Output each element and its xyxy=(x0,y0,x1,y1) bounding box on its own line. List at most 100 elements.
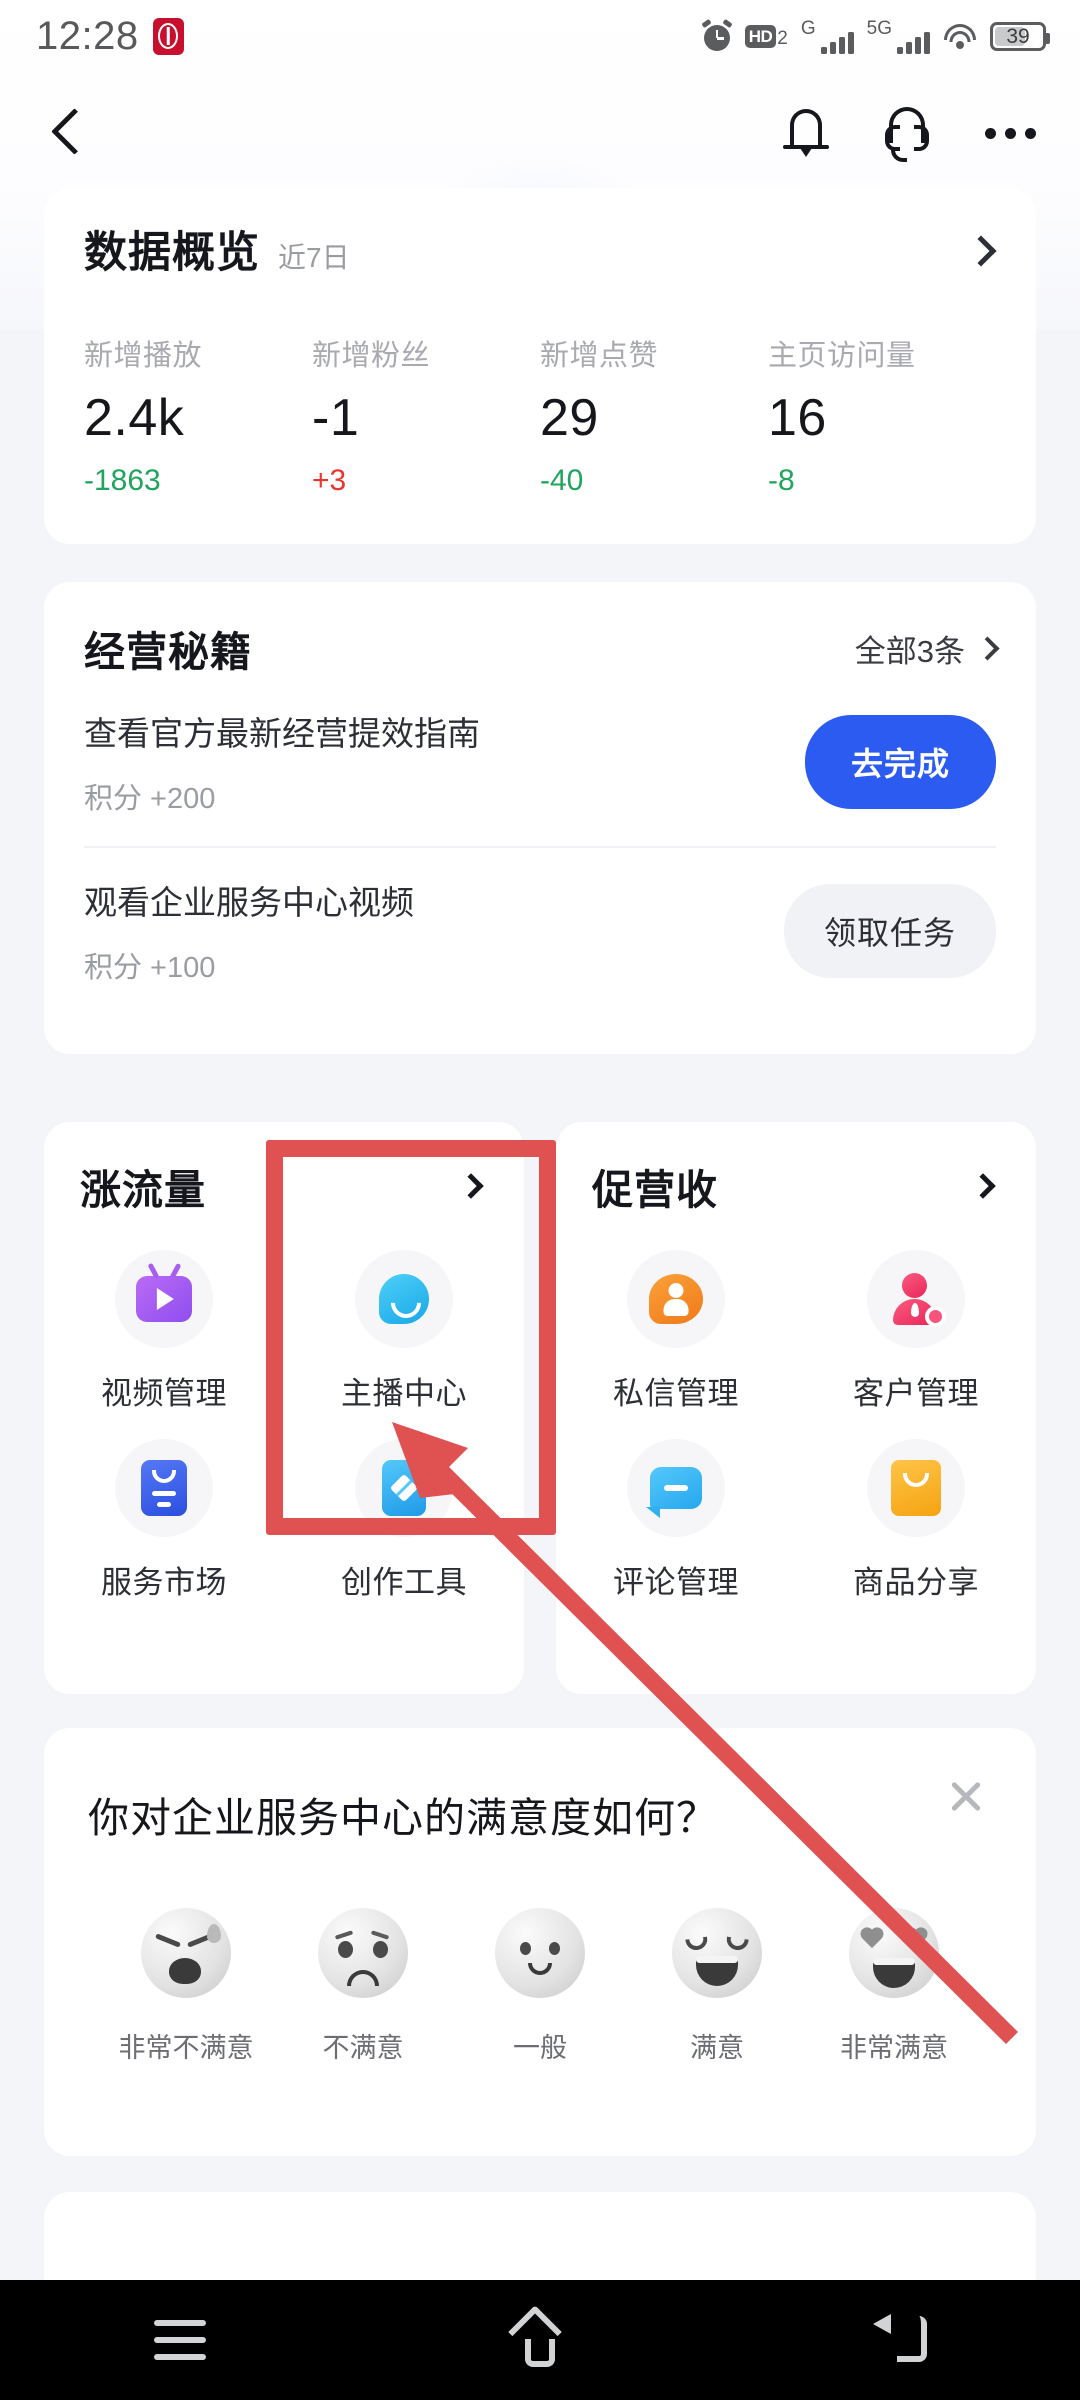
overview-period: 近7日 xyxy=(278,242,350,273)
tile-service-market[interactable]: 服务市场 xyxy=(44,1439,284,1602)
revenue-card-title: 促营收 xyxy=(592,1167,718,1213)
hd-label: HD xyxy=(744,24,777,48)
task-action-button[interactable]: 去完成 xyxy=(804,715,996,809)
tile-product-share[interactable]: 商品分享 xyxy=(796,1439,1036,1602)
tile-comment-management[interactable]: 评论管理 xyxy=(556,1439,796,1602)
tile-host-center[interactable]: 主播中心 xyxy=(284,1250,524,1413)
traffic-card-header[interactable]: 涨流量 xyxy=(44,1156,524,1216)
app-root: 12:28 HD 2 G 5G 39 数据概览 近7日 新增播放 2.4k -1… xyxy=(0,0,1080,2400)
overview-metric-grid: 新增播放 2.4k -1863 新增粉丝 -1 +3 新增点赞 29 -40 主… xyxy=(84,332,996,498)
metric-value: -1 xyxy=(312,389,360,447)
hd2-icon: HD 2 xyxy=(744,24,788,49)
hd-sub: 2 xyxy=(777,27,788,49)
neutral-face-icon xyxy=(495,1908,585,1998)
survey-option-very-dissatisfied[interactable]: 非常不满意 xyxy=(100,1908,272,2065)
metric-label: 新增点赞 xyxy=(540,340,659,372)
android-navigation-bar xyxy=(0,2280,1080,2400)
survey-option-label: 满意 xyxy=(690,2033,744,2063)
survey-option-label: 不满意 xyxy=(322,2033,404,2063)
task-action-button[interactable]: 领取任务 xyxy=(783,884,996,978)
task-points: 积分 +200 xyxy=(84,783,216,815)
traffic-card-title: 涨流量 xyxy=(80,1167,206,1213)
tile-video-management[interactable]: 视频管理 xyxy=(44,1250,284,1413)
signal-5g-icon: 5G xyxy=(867,19,930,54)
status-bar-left: 12:28 xyxy=(36,14,184,59)
metric-delta: -1863 xyxy=(84,464,161,497)
signal-g-icon: G xyxy=(801,19,854,54)
tile-label: 私信管理 xyxy=(613,1376,739,1411)
red-app-badge-icon xyxy=(152,17,184,55)
tips-view-all-link[interactable]: 全部3条 xyxy=(855,626,1000,671)
survey-option-very-satisfied[interactable]: 非常满意 xyxy=(808,1908,980,2065)
bell-icon[interactable] xyxy=(783,107,829,159)
menu-icon[interactable] xyxy=(120,2280,240,2400)
survey-option-label: 非常满意 xyxy=(840,2033,948,2063)
more-dots-icon[interactable] xyxy=(985,127,1036,139)
home-icon[interactable] xyxy=(480,2280,600,2400)
headset-icon[interactable] xyxy=(881,107,933,162)
back-icon[interactable] xyxy=(840,2280,960,2400)
metric-label: 新增播放 xyxy=(84,340,203,372)
metric-cell[interactable]: 新增播放 2.4k -1863 xyxy=(84,332,312,498)
service-market-icon xyxy=(115,1439,213,1537)
tile-label: 评论管理 xyxy=(613,1565,739,1600)
tile-direct-message[interactable]: 私信管理 xyxy=(556,1250,796,1413)
creation-tool-icon xyxy=(355,1439,453,1537)
data-overview-card[interactable]: 数据概览 近7日 新增播放 2.4k -1863 新增粉丝 -1 +3 新增点赞… xyxy=(44,188,1036,544)
page-title: 数据概览 xyxy=(84,229,260,277)
tile-label: 视频管理 xyxy=(101,1376,227,1411)
metric-cell[interactable]: 新增粉丝 -1 +3 xyxy=(312,332,540,498)
battery-percent: 39 xyxy=(1006,24,1030,48)
task-text: 观看企业服务中心视频 积分 +100 xyxy=(84,876,414,986)
tips-title: 经营秘籍 xyxy=(84,629,252,675)
overview-header: 数据概览 近7日 xyxy=(84,218,996,280)
signal-5g-label: 5G xyxy=(866,17,892,39)
revenue-tile-grid: 私信管理 客户管理 评论管理 商品分享 xyxy=(556,1250,1036,1602)
tips-header: 经营秘籍 全部3条 xyxy=(84,618,1000,678)
task-text: 查看官方最新经营提效指南 积分 +200 xyxy=(84,707,480,817)
tile-label: 客户管理 xyxy=(853,1376,979,1411)
traffic-feature-card: 涨流量 视频管理 主播中心 服务市场 创作工具 xyxy=(44,1122,524,1694)
tile-label: 服务市场 xyxy=(101,1565,227,1600)
survey-option-neutral[interactable]: 一般 xyxy=(454,1908,626,2065)
survey-option-satisfied[interactable]: 满意 xyxy=(631,1908,803,2065)
happy-face-icon xyxy=(672,1908,762,1998)
tile-label: 创作工具 xyxy=(341,1565,467,1600)
wifi-icon xyxy=(943,22,977,50)
chevron-right-icon[interactable] xyxy=(458,1173,484,1199)
survey-option-label: 一般 xyxy=(513,2033,567,2063)
product-share-bag-icon xyxy=(867,1439,965,1537)
task-name: 观看企业服务中心视频 xyxy=(84,884,414,921)
heart-eyes-face-icon xyxy=(849,1908,939,1998)
battery-icon: 39 xyxy=(990,21,1050,51)
tile-creation-tool[interactable]: 创作工具 xyxy=(284,1439,524,1602)
metric-cell[interactable]: 主页访问量 16 -8 xyxy=(768,332,996,498)
survey-question: 你对企业服务中心的满意度如何？ xyxy=(88,1795,718,1841)
traffic-tile-grid: 视频管理 主播中心 服务市场 创作工具 xyxy=(44,1250,524,1602)
business-tips-card: 经营秘籍 全部3条 查看官方最新经营提效指南 积分 +200 去完成 观看企业服… xyxy=(44,582,1036,1054)
comment-manage-icon xyxy=(627,1439,725,1537)
revenue-feature-card: 促营收 私信管理 客户管理 评论管理 商品分享 xyxy=(556,1122,1036,1694)
video-tv-icon xyxy=(115,1250,213,1348)
task-row: 查看官方最新经营提效指南 积分 +200 去完成 xyxy=(84,678,996,846)
tile-label: 主播中心 xyxy=(341,1376,467,1411)
metric-value: 2.4k xyxy=(84,389,185,447)
metric-delta: -8 xyxy=(768,464,795,497)
survey-option-dissatisfied[interactable]: 不满意 xyxy=(277,1908,449,2065)
metric-value: 16 xyxy=(768,389,827,447)
signal-g-label: G xyxy=(800,17,816,39)
task-row: 观看企业服务中心视频 积分 +100 领取任务 xyxy=(84,846,996,1014)
chevron-right-icon[interactable] xyxy=(970,1173,996,1199)
customer-manage-icon xyxy=(867,1250,965,1348)
task-name: 查看官方最新经营提效指南 xyxy=(84,715,480,752)
metric-cell[interactable]: 新增点赞 29 -40 xyxy=(540,332,768,498)
angry-face-icon xyxy=(141,1908,231,1998)
task-points: 积分 +100 xyxy=(84,952,216,984)
tile-customer-management[interactable]: 客户管理 xyxy=(796,1250,1036,1413)
metric-label: 新增粉丝 xyxy=(312,340,431,372)
back-chevron-icon[interactable] xyxy=(48,106,90,160)
tile-label: 商品分享 xyxy=(853,1565,979,1600)
close-icon[interactable] xyxy=(944,1774,988,1818)
survey-options-row: 非常不满意 不满意 一般 满意 非常满意 xyxy=(88,1908,996,2065)
revenue-card-header[interactable]: 促营收 xyxy=(556,1156,1036,1216)
